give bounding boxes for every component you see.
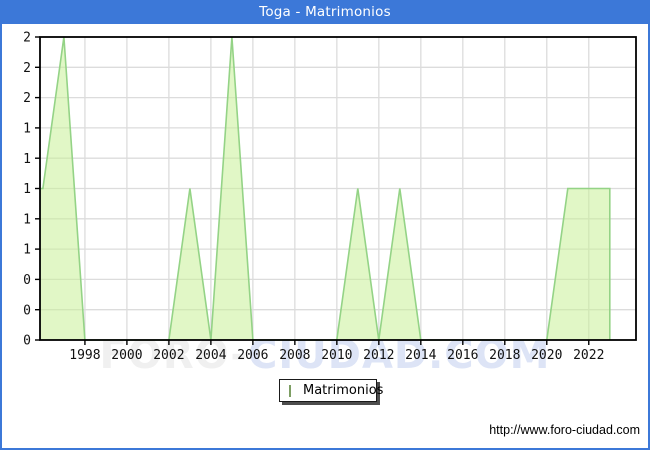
svg-text:2022: 2022 bbox=[573, 348, 604, 363]
svg-text:2020: 2020 bbox=[531, 348, 562, 363]
svg-text:2: 2 bbox=[23, 61, 31, 76]
svg-text:2004: 2004 bbox=[195, 348, 226, 363]
svg-text:1: 1 bbox=[23, 121, 31, 136]
svg-text:2012: 2012 bbox=[363, 348, 394, 363]
svg-text:2: 2 bbox=[23, 91, 31, 106]
svg-text:2008: 2008 bbox=[279, 348, 310, 363]
svg-text:2: 2 bbox=[23, 31, 31, 46]
svg-text:2014: 2014 bbox=[405, 348, 436, 363]
svg-text:2016: 2016 bbox=[447, 348, 478, 363]
legend-label: Matrimonios bbox=[303, 383, 384, 398]
chart-window: Toga - Matrimonios FORO-CIUDAD.COM 00011… bbox=[0, 0, 650, 450]
svg-text:2018: 2018 bbox=[489, 348, 520, 363]
svg-text:1: 1 bbox=[23, 243, 31, 258]
svg-text:2010: 2010 bbox=[321, 348, 352, 363]
svg-text:1: 1 bbox=[23, 152, 31, 167]
legend: Matrimonios bbox=[279, 379, 383, 402]
svg-text:1: 1 bbox=[23, 212, 31, 227]
legend-swatch-icon bbox=[289, 384, 291, 397]
footer-url[interactable]: http://www.foro-ciudad.com bbox=[489, 423, 640, 437]
svg-text:2002: 2002 bbox=[153, 348, 184, 363]
svg-text:0: 0 bbox=[23, 334, 31, 349]
svg-text:2000: 2000 bbox=[111, 348, 142, 363]
svg-text:0: 0 bbox=[23, 303, 31, 318]
svg-text:0: 0 bbox=[23, 273, 31, 288]
svg-text:1998: 1998 bbox=[69, 348, 100, 363]
svg-text:1: 1 bbox=[23, 182, 31, 197]
svg-text:2006: 2006 bbox=[237, 348, 268, 363]
